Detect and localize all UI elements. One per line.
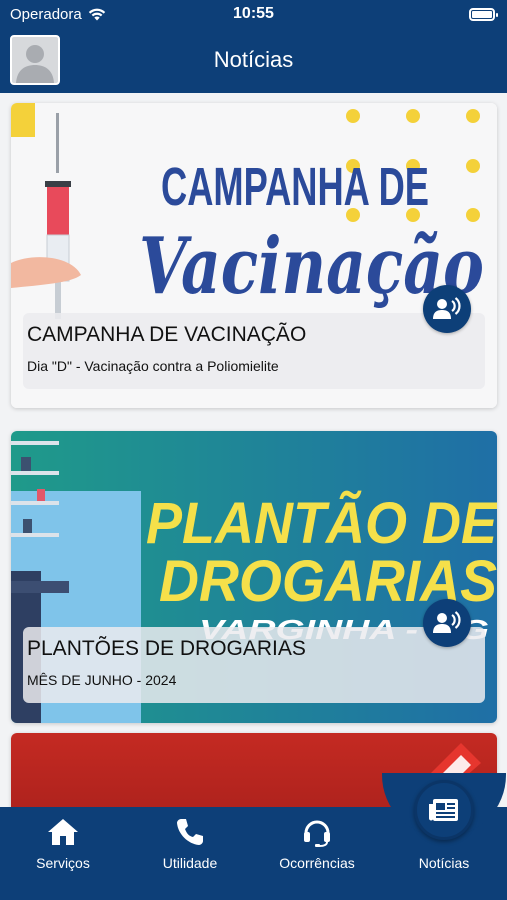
news-subtitle: MÊS DE JUNHO - 2024 xyxy=(27,672,177,688)
app-header: Notícias xyxy=(0,30,507,93)
battery-icon xyxy=(469,8,498,21)
active-tab-button[interactable] xyxy=(414,780,474,840)
headset-icon xyxy=(304,820,330,847)
tab-label: Utilidade xyxy=(162,855,218,871)
banner-headline: CAMPANHA DE xyxy=(161,157,429,217)
tab-label: Notícias xyxy=(418,855,470,871)
tab-utilidade[interactable]: Utilidade xyxy=(127,807,253,900)
clock: 10:55 xyxy=(233,5,274,22)
listen-audio-button[interactable] xyxy=(423,599,471,647)
news-caption: PLANTÕES DE DROGARIAS MÊS DE JUNHO - 202… xyxy=(23,627,485,703)
banner-headline: PLANTÃO DE xyxy=(146,491,497,556)
newspaper-icon xyxy=(429,799,458,821)
status-bar: Operadora 10:55 xyxy=(0,0,507,30)
news-feed[interactable]: CAMPANHA DE Vacinação CAMPANHA DE VACINA… xyxy=(0,93,507,807)
tab-servicos[interactable]: Serviços xyxy=(0,807,126,900)
news-caption: CAMPANHA DE VACINAÇÃO Dia "D" - Vacinaçã… xyxy=(23,313,485,389)
speaking-person-icon xyxy=(433,297,461,319)
phone-icon xyxy=(177,819,203,845)
news-title: CAMPANHA DE VACINAÇÃO xyxy=(27,323,307,346)
listen-audio-button[interactable] xyxy=(423,285,471,333)
tab-label: Ocorrências xyxy=(279,855,355,871)
news-subtitle: Dia "D" - Vacinação contra a Poliomielit… xyxy=(27,358,279,374)
news-card[interactable]: CAMPANHA DE Vacinação CAMPANHA DE VACINA… xyxy=(11,103,497,408)
news-card[interactable]: PLANTÃO DE DROGARIAS VARGINHA - MG PLANT… xyxy=(11,431,497,723)
tab-label: Serviços xyxy=(36,855,90,871)
home-icon xyxy=(48,819,78,845)
tab-ocorrencias[interactable]: Ocorrências xyxy=(254,807,380,900)
page-title: Notícias xyxy=(213,47,294,72)
speaking-person-icon xyxy=(433,611,461,633)
news-title: PLANTÕES DE DROGARIAS xyxy=(27,637,306,660)
